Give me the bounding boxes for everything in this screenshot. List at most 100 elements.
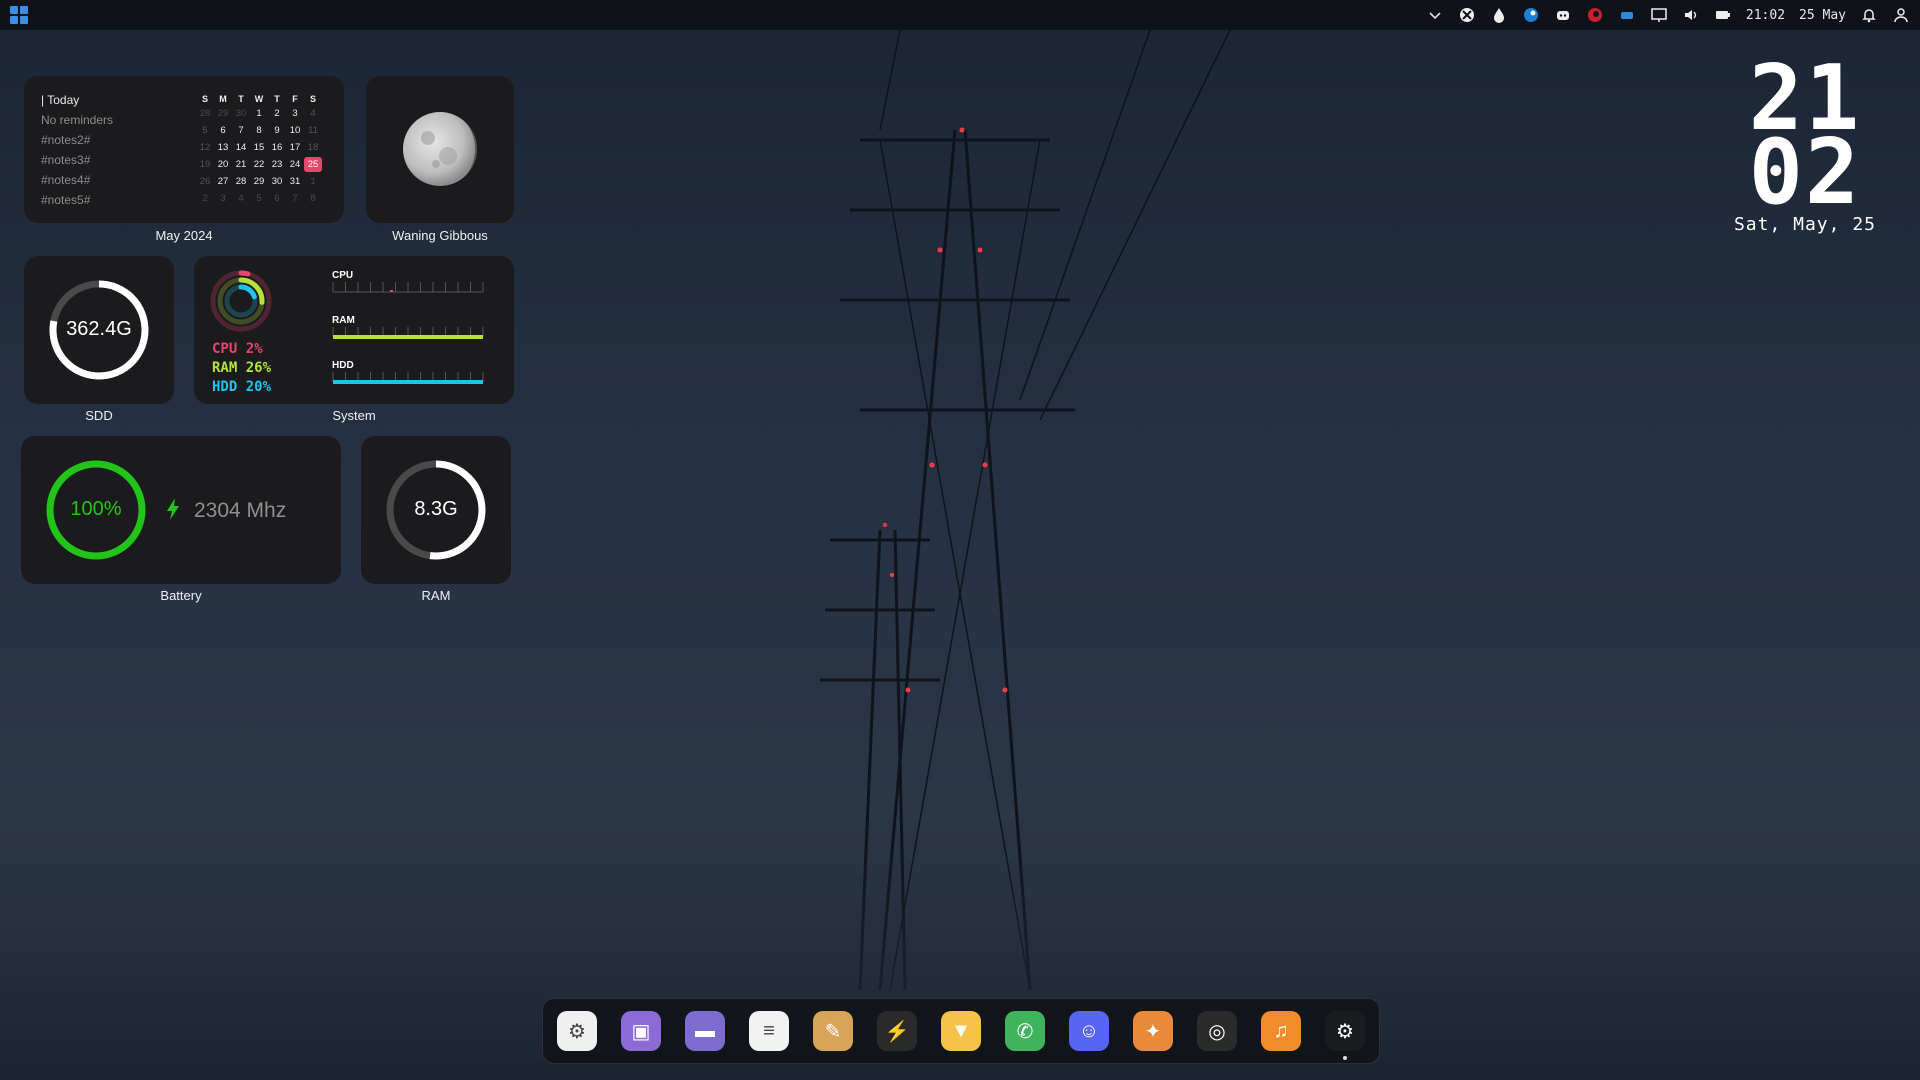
system-tray: 21:02 25 May	[1426, 0, 1910, 30]
obs-icon: ◎	[1208, 1020, 1226, 1043]
calendar-day[interactable]: 3	[286, 106, 304, 121]
calendar-day[interactable]: 22	[250, 157, 268, 172]
calendar-day[interactable]: 15	[250, 140, 268, 155]
calendar-day[interactable]: 20	[214, 157, 232, 172]
calendar-day[interactable]: 19	[196, 157, 214, 172]
ram-widget[interactable]: 8.3G	[361, 436, 511, 584]
whatsapp-icon: ✆	[1016, 1020, 1034, 1043]
taskbar: 21:02 25 May	[0, 0, 1920, 30]
reminder-item[interactable]: #notes2#	[41, 130, 113, 150]
calendar-day[interactable]: 17	[286, 140, 304, 155]
calendar-day[interactable]: 11	[304, 123, 322, 138]
calendar-day[interactable]: 21	[232, 157, 250, 172]
calendar-day[interactable]: 26	[196, 174, 214, 189]
battery-icon[interactable]	[1714, 6, 1732, 24]
calendar-day[interactable]: 6	[268, 191, 286, 206]
calendar-day[interactable]: 18	[304, 140, 322, 155]
calendar-day[interactable]: 23	[268, 157, 286, 172]
calendar-day[interactable]: 2	[268, 106, 286, 121]
dock-app-gimp[interactable]: ✦	[1133, 1011, 1173, 1051]
dock-app-whatsapp[interactable]: ✆	[1005, 1011, 1045, 1051]
system-widget[interactable]: CPU 2% RAM 26% HDD 20% CPU RAM HDD	[194, 256, 514, 404]
running-indicator	[1343, 1056, 1347, 1060]
calendar-day[interactable]: 7	[286, 191, 304, 206]
battery-widget[interactable]: 100% 2304 Mhz	[21, 436, 341, 584]
teams-tray-icon[interactable]	[1618, 6, 1636, 24]
calendar-day[interactable]: 5	[250, 191, 268, 206]
calendar-day[interactable]: 28	[196, 106, 214, 121]
calendar-day[interactable]: 16	[268, 140, 286, 155]
usage-bar	[333, 380, 483, 384]
xbox-icon[interactable]	[1458, 6, 1476, 24]
calendar-day[interactable]: 14	[232, 140, 250, 155]
volume-icon[interactable]	[1682, 6, 1700, 24]
usage-bar	[390, 290, 393, 292]
bell-icon[interactable]	[1860, 6, 1878, 24]
calendar-day[interactable]: 31	[286, 174, 304, 189]
battery-label: Battery	[160, 588, 202, 603]
steam-icon: ⚙	[1336, 1020, 1354, 1043]
calendar-day[interactable]: 30	[232, 106, 250, 121]
dock-app-paint[interactable]: ✎	[813, 1011, 853, 1051]
ram-value: 8.3G	[414, 498, 458, 520]
dock-app-discord[interactable]: ☺	[1069, 1011, 1109, 1051]
calendar-day[interactable]: 27	[214, 174, 232, 189]
dock-app-files[interactable]: ▬	[685, 1011, 725, 1051]
calendar-day[interactable]: 1	[250, 106, 268, 121]
weekday-header: T	[274, 94, 280, 104]
calendar-day[interactable]: 1	[304, 174, 322, 189]
tray-time[interactable]: 21:02	[1746, 8, 1785, 23]
calendar-day[interactable]: 30	[268, 174, 286, 189]
calendar-day[interactable]: 24	[286, 157, 304, 172]
calendar-day[interactable]: 3	[214, 191, 232, 206]
calendar-day[interactable]: 12	[196, 140, 214, 155]
calendar-day[interactable]: 2	[196, 191, 214, 206]
calendar-day[interactable]: 29	[250, 174, 268, 189]
reminder-item[interactable]: No reminders	[41, 110, 113, 130]
dock-app-notes[interactable]: ≡	[749, 1011, 789, 1051]
calendar-day[interactable]: 7	[232, 123, 250, 138]
calendar-day[interactable]: 5	[196, 123, 214, 138]
calendar-day[interactable]: 4	[232, 191, 250, 206]
reminder-item[interactable]: #notes4#	[41, 170, 113, 190]
calendar-day[interactable]: 9	[268, 123, 286, 138]
dock-app-settings[interactable]: ⚙	[557, 1011, 597, 1051]
dock-app-steam[interactable]: ⚙	[1325, 1011, 1365, 1060]
droplet-icon[interactable]	[1490, 6, 1508, 24]
dock-app-brave[interactable]: ▼	[941, 1011, 981, 1051]
calendar-day[interactable]: 29	[214, 106, 232, 121]
terminal-icon: ⚡	[884, 1020, 910, 1043]
weekday-header: W	[254, 94, 264, 104]
steam-tray-icon[interactable]	[1522, 6, 1540, 24]
reminder-item[interactable]: #notes3#	[41, 150, 113, 170]
hdd-text: HDD 20%	[212, 379, 272, 395]
chevron-down-icon[interactable]	[1426, 6, 1444, 24]
weekday-header: M	[219, 94, 227, 104]
clock-minute: 02	[1748, 120, 1862, 225]
ram-label: RAM	[421, 588, 451, 603]
calendar-day[interactable]: 4	[304, 106, 322, 121]
start-button[interactable]	[10, 6, 28, 24]
calendar-day[interactable]: 13	[214, 140, 232, 155]
calendar-day[interactable]: 10	[286, 123, 304, 138]
user-icon[interactable]	[1892, 6, 1910, 24]
dock-app-music[interactable]: ♫	[1261, 1011, 1301, 1051]
dock-app-obs[interactable]: ◎	[1197, 1011, 1237, 1051]
calendar-day[interactable]: 8	[250, 123, 268, 138]
calendar-day[interactable]: 8	[304, 191, 322, 206]
dock-app-store[interactable]: ▣	[621, 1011, 661, 1051]
calendar-day[interactable]: 6	[214, 123, 232, 138]
tray-date[interactable]: 25 May	[1799, 8, 1846, 23]
app-tray-icon[interactable]	[1586, 6, 1604, 24]
windows-logo-icon	[10, 6, 18, 14]
dock-app-terminal[interactable]: ⚡	[877, 1011, 917, 1051]
moon-widget[interactable]	[366, 76, 514, 223]
calendar-day[interactable]: 25	[304, 157, 322, 172]
calendar-widget[interactable]: | Today No reminders #notes2# #notes3# #…	[24, 76, 344, 223]
calendar-day[interactable]: 28	[232, 174, 250, 189]
headphones-icon: ♫	[1273, 1019, 1289, 1042]
display-icon[interactable]	[1650, 6, 1668, 24]
discord-tray-icon[interactable]	[1554, 6, 1572, 24]
ssd-widget[interactable]: 362.4G	[24, 256, 174, 404]
reminder-item[interactable]: #notes5#	[41, 190, 113, 210]
